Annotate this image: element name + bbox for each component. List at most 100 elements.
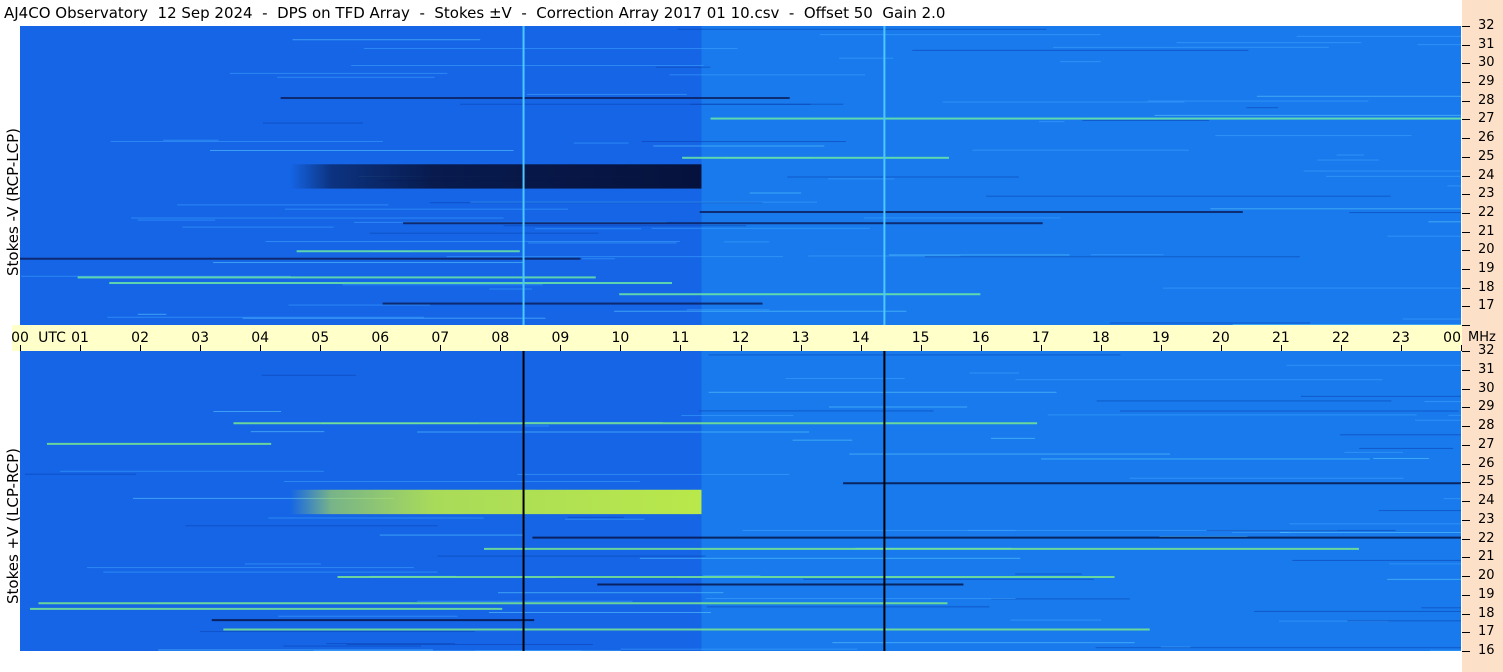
- spectrogram-top-svg: [20, 26, 1461, 325]
- rfi-streak: [446, 256, 783, 258]
- rfi-streak: [1373, 457, 1430, 459]
- rfi-streak: [110, 140, 383, 142]
- rfi-streak: [1163, 287, 1461, 289]
- frequency-tick-label: 19: [1478, 586, 1495, 602]
- rfi-streak: [244, 563, 321, 565]
- frequency-tick-label: 27: [1478, 436, 1495, 452]
- rfi-streak: [200, 631, 475, 633]
- rfi-streak: [723, 241, 770, 243]
- rfi-streak: [284, 208, 569, 210]
- rfi-streak: [1053, 46, 1329, 48]
- rfi-streak: [313, 650, 582, 651]
- rfi-streak: [1447, 185, 1461, 187]
- rfi-line: [77, 276, 596, 279]
- utc-tick-label: 01: [71, 330, 89, 346]
- frequency-unit-label: MHz: [1468, 330, 1496, 345]
- rfi-streak: [131, 217, 504, 219]
- rfi-streak: [912, 49, 1249, 51]
- rfi-line: [403, 222, 1043, 225]
- spectrogram-panel-bottom: [20, 351, 1461, 651]
- rfi-streak: [1095, 647, 1461, 649]
- rfi-streak: [182, 226, 334, 228]
- frequency-tick-mark: [1462, 576, 1470, 577]
- rfi-line: [699, 211, 1243, 214]
- frequency-tick-mark: [1462, 119, 1470, 121]
- utc-tick-label: 14: [851, 330, 870, 346]
- rfi-streak: [250, 431, 325, 433]
- rfi-streak: [803, 578, 1094, 580]
- rfi-streak: [639, 557, 1021, 559]
- rfi-line: [233, 422, 1038, 425]
- rfi-streak: [706, 606, 990, 608]
- frequency-tick-mark: [1462, 557, 1470, 559]
- rfi-streak: [1300, 395, 1461, 397]
- rfi-streak: [1010, 619, 1102, 621]
- frequency-tick-mark: [1462, 306, 1470, 308]
- rfi-streak: [829, 406, 968, 408]
- rfi-streak: [528, 242, 677, 244]
- frequency-tick-mark: [1462, 268, 1470, 270]
- vertical-marker-line: [883, 26, 886, 325]
- frequency-tick-mark: [1462, 369, 1470, 371]
- chart-title: AJ4CO Observatory 12 Sep 2024 - DPS on T…: [4, 4, 946, 22]
- rfi-line: [38, 602, 948, 605]
- frequency-tick-label: 26: [1478, 130, 1495, 146]
- rfi-streak: [24, 473, 136, 475]
- frequency-tick-mark: [1462, 26, 1470, 27]
- rfi-streak: [137, 219, 216, 221]
- rfi-streak: [888, 254, 1070, 256]
- rfi-line: [296, 250, 520, 253]
- rfi-line: [30, 607, 503, 610]
- rfi-streak: [268, 517, 484, 519]
- rfi-streak: [470, 201, 817, 203]
- rfi-streak: [1389, 563, 1461, 565]
- rfi-streak: [1246, 107, 1278, 109]
- utc-tick-label: 19: [1151, 330, 1170, 346]
- rfi-streak: [819, 34, 1101, 36]
- frequency-tick-mark: [1462, 63, 1470, 65]
- rfi-streak: [213, 262, 523, 264]
- rfi-streak: [1303, 170, 1461, 172]
- frequency-tick-label: 16: [1478, 643, 1495, 658]
- frequency-tick-mark: [1462, 501, 1470, 502]
- rfi-streak: [1349, 212, 1461, 214]
- rfi-streak: [1279, 532, 1461, 534]
- frequency-tick-mark: [1462, 444, 1470, 446]
- utc-tick-label: 11: [671, 330, 690, 346]
- rfi-line: [597, 583, 964, 586]
- utc-tick-label: 12: [731, 330, 750, 346]
- rfi-streak: [1254, 610, 1461, 612]
- rfi-streak: [1296, 35, 1461, 37]
- frequency-tick-label: 29: [1478, 74, 1495, 90]
- rfi-line: [46, 442, 272, 445]
- rfi-streak: [379, 534, 525, 536]
- rfi-streak: [363, 48, 738, 50]
- rfi-streak: [1424, 401, 1461, 403]
- spectrogram-panel-top: [20, 26, 1461, 325]
- rfi-streak: [292, 39, 481, 41]
- frequency-tick-mark: [1462, 156, 1470, 158]
- rfi-streak: [614, 310, 907, 312]
- rfi-streak: [277, 76, 435, 78]
- frequency-tick-label: 25: [1478, 474, 1495, 490]
- frequency-tick-label: 28: [1478, 92, 1495, 108]
- rfi-streak: [1344, 451, 1403, 453]
- frequency-tick-label: 32: [1478, 18, 1495, 33]
- utc-tick-label: 05: [311, 330, 330, 346]
- frequency-tick-label: 24: [1478, 167, 1495, 183]
- rfi-streak: [653, 145, 825, 147]
- rfi-streak: [278, 615, 458, 617]
- frequency-tick-mark: [1462, 138, 1470, 140]
- rfi-streak: [1429, 649, 1461, 651]
- frequency-tick-label: 22: [1478, 530, 1495, 546]
- rfi-streak: [708, 391, 1057, 393]
- rfi-line: [382, 302, 763, 305]
- rfi-streak: [261, 374, 357, 376]
- frequency-tick-mark: [1462, 482, 1470, 484]
- rfi-streak: [620, 648, 858, 650]
- rfi-streak: [785, 378, 905, 380]
- rfi-line: [619, 293, 981, 296]
- frequency-tick-label: 30: [1478, 55, 1495, 71]
- utc-tick-label: 20: [1211, 330, 1230, 346]
- rfi-streak: [107, 316, 424, 318]
